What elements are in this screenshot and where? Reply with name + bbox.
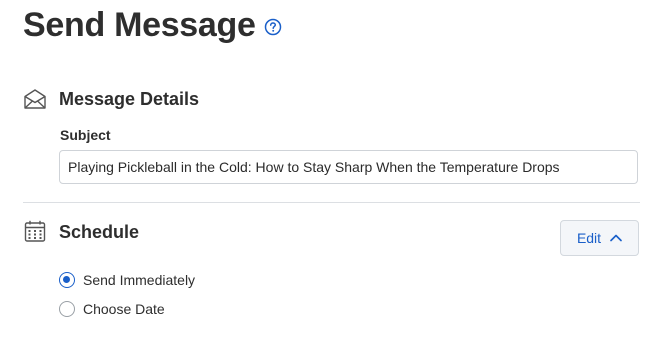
send-immediately-option[interactable]: Send Immediately [59,272,195,288]
envelope-icon [23,87,47,111]
edit-button-label: Edit [576,230,602,246]
chevron-up-icon [610,234,622,242]
help-icon[interactable] [264,18,282,36]
choose-date-option[interactable]: Choose Date [59,301,165,317]
choose-date-label: Choose Date [83,301,165,317]
edit-schedule-button[interactable]: Edit [560,220,639,256]
subject-label: Subject [60,127,111,143]
subject-input[interactable] [59,150,638,184]
page-header: Send Message [23,4,282,46]
section-divider [23,202,640,203]
send-message-page: Send Message Message Details Subject Pla… [0,0,667,345]
page-title: Send Message [23,6,256,44]
calendar-icon [23,219,47,243]
message-details-title: Message Details [59,89,200,109]
send-immediately-radio[interactable] [59,272,75,288]
schedule-title: Schedule [59,222,140,242]
send-immediately-label: Send Immediately [83,272,196,288]
choose-date-radio[interactable] [59,301,75,317]
